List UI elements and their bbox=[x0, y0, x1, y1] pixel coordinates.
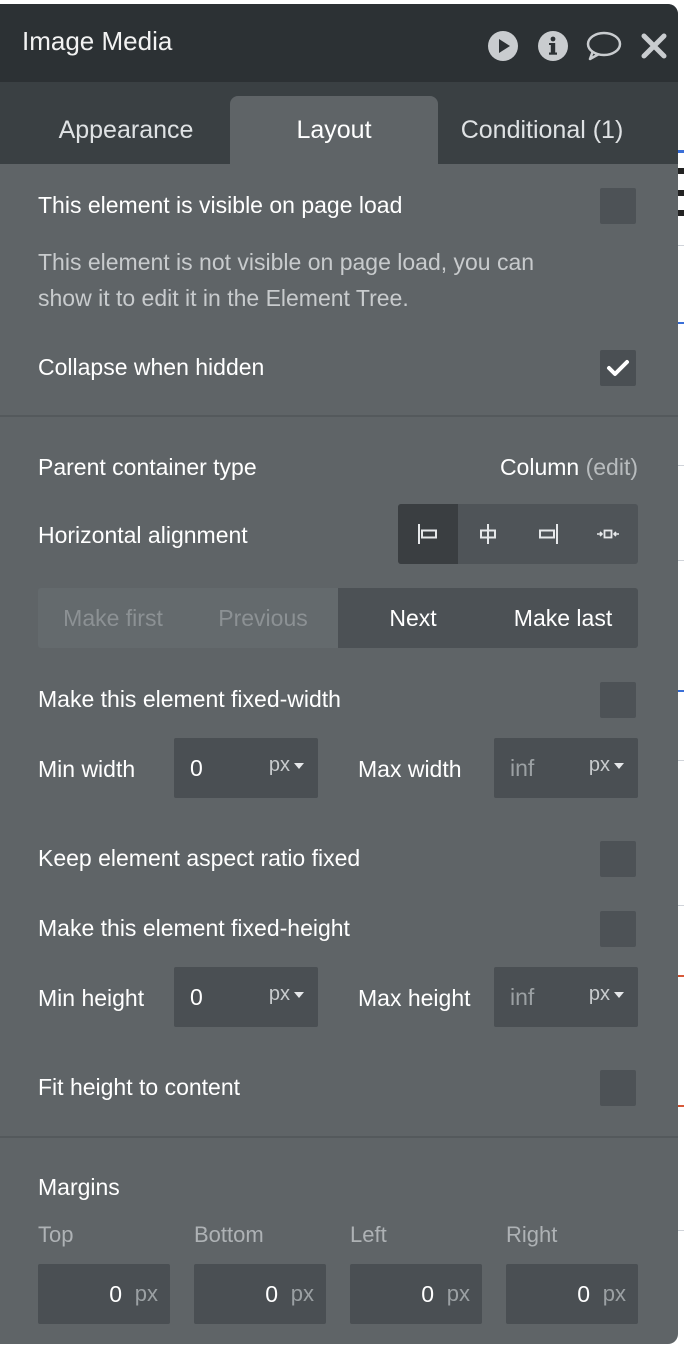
next-button[interactable]: Next bbox=[338, 588, 488, 648]
preview-icon[interactable] bbox=[487, 30, 519, 62]
parent-container-type-label: Parent container type bbox=[38, 454, 257, 480]
max-height-placeholder: inf bbox=[510, 984, 535, 1010]
horizontal-alignment-label: Horizontal alignment bbox=[38, 522, 248, 548]
margin-left-label: Left bbox=[350, 1222, 387, 1247]
margins-title: Margins bbox=[38, 1174, 120, 1200]
previous-button[interactable]: Previous bbox=[188, 588, 338, 648]
fixed-height-label: Make this element fixed-height bbox=[38, 915, 350, 941]
max-height-unit-dropdown[interactable]: px bbox=[589, 983, 624, 1006]
canvas-line bbox=[678, 760, 684, 761]
max-width-unit-dropdown[interactable]: px bbox=[589, 754, 624, 777]
min-width-unit-dropdown[interactable]: px bbox=[269, 754, 304, 777]
canvas-line bbox=[678, 150, 684, 153]
canvas-mark bbox=[678, 210, 684, 216]
margin-left-value: 0 bbox=[421, 1281, 434, 1307]
min-height-unit-dropdown[interactable]: px bbox=[269, 983, 304, 1006]
panel-title: Image Media bbox=[22, 26, 173, 56]
align-right-icon bbox=[539, 524, 558, 544]
margin-right-label: Right bbox=[506, 1222, 558, 1247]
panel-tabs: Appearance Layout Conditional (1) bbox=[0, 82, 678, 164]
aspect-ratio-checkbox[interactable] bbox=[600, 841, 636, 877]
canvas-line bbox=[678, 1230, 684, 1231]
align-left-button[interactable] bbox=[398, 504, 458, 564]
visible-on-load-label: This element is visible on page load bbox=[38, 192, 403, 218]
align-center-button[interactable] bbox=[458, 504, 518, 564]
visible-on-load-checkbox[interactable] bbox=[600, 188, 636, 224]
comment-icon[interactable] bbox=[585, 30, 623, 62]
canvas-line bbox=[678, 245, 684, 246]
panel-titlebar[interactable]: Image Media bbox=[0, 4, 678, 82]
visibility-hint-line2: show it to edit it in the Element Tree. bbox=[38, 285, 409, 311]
margin-right-unit: px bbox=[602, 1281, 626, 1306]
canvas-line bbox=[678, 322, 684, 324]
chevron-down-icon bbox=[614, 762, 624, 769]
section-divider bbox=[0, 1136, 678, 1138]
align-right-button[interactable] bbox=[518, 504, 578, 564]
max-height-input[interactable]: inf px bbox=[494, 967, 638, 1027]
min-height-value: 0 bbox=[190, 984, 203, 1010]
close-icon[interactable] bbox=[640, 30, 672, 62]
max-width-label: Max width bbox=[358, 756, 462, 782]
max-width-input[interactable]: inf px bbox=[494, 738, 638, 798]
canvas-line bbox=[678, 465, 684, 466]
editor-canvas-edge bbox=[678, 0, 684, 1346]
margin-bottom-value: 0 bbox=[265, 1281, 278, 1307]
make-first-button[interactable]: Make first bbox=[38, 588, 188, 648]
edit-container-link[interactable]: (edit) bbox=[586, 454, 638, 480]
margin-top-label: Top bbox=[38, 1222, 74, 1247]
min-height-input[interactable]: 0 px bbox=[174, 967, 318, 1027]
aspect-ratio-label: Keep element aspect ratio fixed bbox=[38, 845, 361, 871]
checkmark-icon bbox=[607, 360, 629, 376]
collapse-when-hidden-checkbox[interactable] bbox=[600, 350, 636, 386]
align-left-icon bbox=[418, 524, 437, 544]
canvas-line bbox=[678, 560, 684, 561]
min-width-value: 0 bbox=[190, 755, 203, 781]
max-height-label: Max height bbox=[358, 985, 471, 1011]
margin-right-input[interactable]: 0 px bbox=[506, 1264, 638, 1324]
element-order-control: Make first Previous Next Make last bbox=[38, 588, 638, 648]
section-divider bbox=[0, 415, 678, 417]
margin-bottom-label: Bottom bbox=[194, 1222, 264, 1247]
align-center-icon bbox=[480, 524, 496, 544]
canvas-line bbox=[678, 1105, 684, 1107]
margin-top-value: 0 bbox=[109, 1281, 122, 1307]
min-width-input[interactable]: 0 px bbox=[174, 738, 318, 798]
margin-bottom-unit: px bbox=[290, 1281, 314, 1306]
make-last-button[interactable]: Make last bbox=[488, 588, 638, 648]
margin-right-value: 0 bbox=[577, 1281, 590, 1307]
margin-left-unit: px bbox=[446, 1281, 470, 1306]
margin-left-input[interactable]: 0 px bbox=[350, 1264, 482, 1324]
canvas-mark bbox=[678, 168, 684, 174]
collapse-when-hidden-label: Collapse when hidden bbox=[38, 354, 265, 380]
fixed-height-checkbox[interactable] bbox=[600, 911, 636, 947]
align-stretch-button[interactable] bbox=[578, 504, 638, 564]
chevron-down-icon bbox=[294, 762, 304, 769]
margin-top-input[interactable]: 0 px bbox=[38, 1264, 170, 1324]
tab-conditional[interactable]: Conditional (1) bbox=[438, 96, 646, 164]
visibility-hint-line1: This element is not visible on page load… bbox=[38, 249, 535, 275]
parent-container-type-text: Column bbox=[499, 454, 580, 480]
margin-bottom-input[interactable]: 0 px bbox=[194, 1264, 326, 1324]
margin-top-unit: px bbox=[134, 1281, 158, 1306]
align-stretch-icon bbox=[597, 529, 619, 539]
canvas-mark bbox=[678, 190, 684, 196]
canvas-line bbox=[678, 690, 684, 692]
fixed-width-checkbox[interactable] bbox=[600, 682, 636, 718]
property-editor-panel: Image Media Appearance Layout Conditiona… bbox=[0, 4, 678, 1344]
fixed-width-label: Make this element fixed-width bbox=[38, 686, 341, 712]
min-height-label: Min height bbox=[38, 985, 145, 1011]
chevron-down-icon bbox=[614, 991, 624, 998]
canvas-line bbox=[678, 975, 684, 977]
max-width-placeholder: inf bbox=[510, 755, 535, 781]
chevron-down-icon bbox=[294, 991, 304, 998]
canvas-line bbox=[678, 905, 684, 906]
tab-layout[interactable]: Layout bbox=[230, 96, 438, 164]
parent-container-type-value: Column (edit) bbox=[500, 454, 638, 481]
horizontal-alignment-control bbox=[398, 504, 638, 564]
info-icon[interactable] bbox=[537, 30, 569, 62]
tab-appearance[interactable]: Appearance bbox=[22, 96, 230, 164]
fit-height-checkbox[interactable] bbox=[600, 1070, 636, 1106]
fit-height-label: Fit height to content bbox=[38, 1074, 241, 1100]
min-width-label: Min width bbox=[38, 756, 136, 782]
